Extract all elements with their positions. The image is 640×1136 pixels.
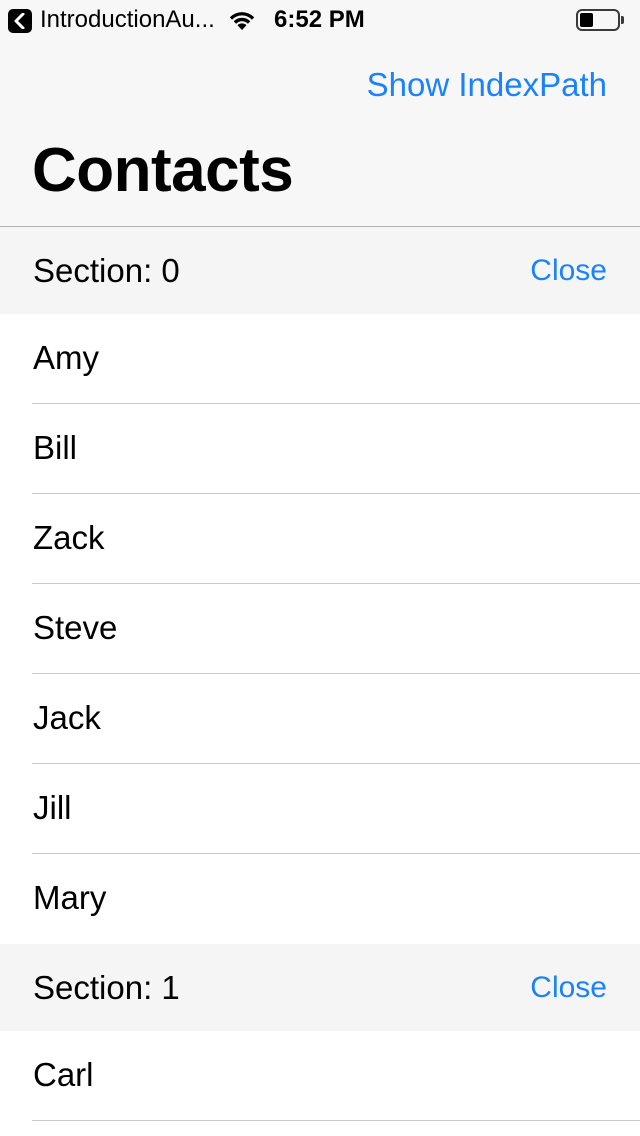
back-app-name[interactable]: IntroductionAu... — [40, 6, 215, 34]
section-header: Section: 0 Close — [0, 227, 640, 314]
status-bar: IntroductionAu... 6:52 PM — [0, 0, 640, 40]
row-label: Jill — [33, 789, 72, 826]
table-row[interactable]: Jill — [0, 764, 640, 854]
navigation-bar: Show IndexPath Contacts — [0, 40, 640, 227]
battery-icon — [576, 9, 624, 31]
table-row[interactable]: Mary — [0, 854, 640, 944]
section-title: Section: 1 — [33, 969, 180, 1006]
wifi-icon — [229, 12, 255, 30]
show-indexpath-button[interactable]: Show IndexPath — [367, 66, 607, 104]
back-to-app-icon[interactable] — [8, 9, 32, 33]
table-row[interactable]: Steve — [0, 584, 640, 674]
table-row[interactable]: Bill — [0, 404, 640, 494]
row-label: Carl — [33, 1056, 94, 1093]
row-label: Steve — [33, 609, 118, 646]
table-row[interactable]: Zack — [0, 494, 640, 584]
section-title: Section: 0 — [33, 252, 180, 289]
page-title: Contacts — [32, 136, 294, 205]
section-header: Section: 1 Close — [0, 944, 640, 1031]
row-label: Bill — [33, 429, 78, 466]
table-row[interactable]: Jack — [0, 674, 640, 764]
row-label: Mary — [33, 879, 107, 916]
section-close-button[interactable]: Close — [530, 251, 607, 291]
chevron-left-icon — [14, 13, 25, 29]
row-label: Zack — [33, 519, 105, 556]
table-row[interactable]: Amy — [0, 314, 640, 404]
row-label: Jack — [33, 699, 101, 736]
table-row[interactable]: Carl — [0, 1031, 640, 1121]
status-time: 6:52 PM — [274, 6, 365, 33]
contacts-table[interactable]: Section: 0 Close Amy Bill Zack Steve Jac… — [0, 227, 640, 1121]
battery-level — [580, 13, 593, 27]
row-separator — [32, 1120, 640, 1121]
section-close-button[interactable]: Close — [530, 968, 607, 1008]
row-label: Amy — [33, 339, 99, 376]
